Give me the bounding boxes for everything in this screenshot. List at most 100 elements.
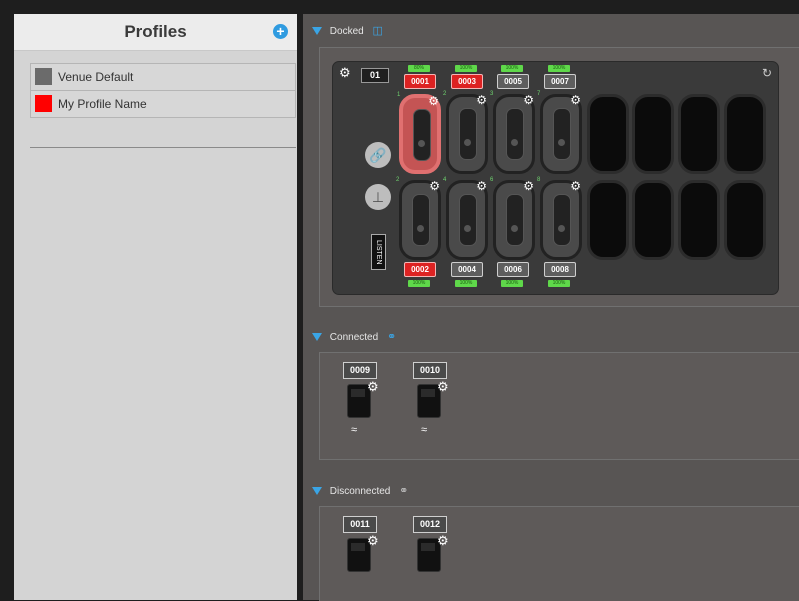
device-gear-icon[interactable]: ⚙ <box>367 533 379 549</box>
dock-slot[interactable]: ⚙ 8 <box>537 177 582 260</box>
transmitter-device <box>459 194 477 246</box>
profiles-panel: Profiles + Venue Default My Profile Name <box>14 14 297 600</box>
profile-item-my-profile[interactable]: My Profile Name <box>30 90 296 118</box>
collapse-triangle-icon[interactable] <box>312 333 322 342</box>
disconnected-section: 0011 ⚙ 0012 ⚙ <box>319 506 799 601</box>
device-tag[interactable]: 0005 <box>497 74 529 89</box>
wifi-icon: ≈ <box>351 424 358 436</box>
transmitter-device <box>412 194 430 246</box>
device-tag[interactable]: 0002 <box>404 262 436 277</box>
device-gear-icon[interactable]: ⚙ <box>570 179 581 193</box>
slot-number: 7 <box>537 91 541 97</box>
battery-indicator: 100% <box>548 65 570 72</box>
device-id-tag: 0009 <box>343 362 377 379</box>
disconnected-device[interactable]: 0012 ⚙ <box>413 516 453 594</box>
dock-settings-gear-icon[interactable]: ⚙ <box>339 66 351 79</box>
dock-slot[interactable]: ⚙ 1 <box>397 92 441 174</box>
transmitter-device <box>553 194 571 246</box>
device-tag[interactable]: 0001 <box>404 74 436 89</box>
profile-list: Venue Default My Profile Name <box>30 63 296 118</box>
device-gear-icon[interactable]: ⚙ <box>367 379 379 395</box>
slot-number: 2 <box>443 91 447 97</box>
slot-number: 3 <box>490 91 494 97</box>
connected-label: Connected <box>329 332 379 343</box>
dock-slot-empty <box>678 94 720 174</box>
docked-section-header[interactable]: Docked ◫ <box>312 24 383 38</box>
device-tag[interactable]: 0006 <box>497 262 529 277</box>
device-gear-icon[interactable]: ⚙ <box>437 533 449 549</box>
battery-indicator: 80% <box>408 65 430 72</box>
collapse-triangle-icon[interactable] <box>312 487 322 496</box>
device-tag[interactable]: 0008 <box>544 262 576 277</box>
app-window: Profiles + Venue Default My Profile Name… <box>0 0 799 601</box>
device-gear-icon[interactable]: ⚙ <box>523 179 534 193</box>
dock-slot-empty <box>587 180 629 260</box>
profile-color-swatch <box>35 95 52 112</box>
add-profile-icon[interactable]: + <box>273 24 288 39</box>
divider <box>30 147 296 148</box>
disconnected-label: Disconnected <box>329 486 391 497</box>
disconnected-device[interactable]: 0011 ⚙ <box>343 516 383 594</box>
battery-indicator: 100% <box>455 280 477 287</box>
device-id-tag: 0012 <box>413 516 447 533</box>
profile-name: My Profile Name <box>58 97 147 111</box>
device-gear-icon[interactable]: ⚙ <box>476 179 487 193</box>
docked-section: ⚙ 01 ↻ 🔗 ⊥ LISTEN 80% 100% 100% 100% 000… <box>319 47 799 307</box>
slot-number: 2 <box>396 177 400 183</box>
unlink-icon: ⚭ <box>399 485 409 497</box>
profiles-header: Profiles + <box>14 14 297 51</box>
connected-section-header[interactable]: Connected ⚭ <box>312 330 396 344</box>
transmitter-device <box>506 108 524 160</box>
battery-indicator: 100% <box>408 280 430 287</box>
dock-slot[interactable]: ⚙ 2 <box>396 177 441 260</box>
disconnected-section-header[interactable]: Disconnected ⚭ <box>312 484 408 498</box>
transmitter-device <box>553 108 571 160</box>
device-gear-icon[interactable]: ⚙ <box>429 179 440 193</box>
link-icon: ⚭ <box>386 331 397 343</box>
dock-slot[interactable]: ⚙ 7 <box>537 91 582 174</box>
battery-indicator: 100% <box>455 65 477 72</box>
profiles-title: Profiles <box>124 22 187 41</box>
slot-number: 1 <box>397 92 401 98</box>
connected-device[interactable]: 0009 ⚙ ≈ <box>343 362 383 440</box>
device-tag[interactable]: 0007 <box>544 74 576 89</box>
dock-slot-empty <box>724 94 766 174</box>
charging-dock: ⚙ 01 ↻ 🔗 ⊥ LISTEN 80% 100% 100% 100% 000… <box>332 61 779 295</box>
dock-slot-empty <box>632 180 674 260</box>
connected-device[interactable]: 0010 ⚙ ≈ <box>413 362 453 440</box>
device-gear-icon[interactable]: ⚙ <box>428 94 439 108</box>
battery-indicator: 100% <box>501 65 523 72</box>
battery-indicator: 100% <box>501 280 523 287</box>
slot-number: 8 <box>537 177 541 183</box>
docked-label: Docked <box>329 26 364 37</box>
main-area: Docked ◫ ⚙ 01 ↻ 🔗 ⊥ LISTEN 80% 100% 100%… <box>303 14 799 601</box>
dock-slot[interactable]: ⚙ 4 <box>443 177 488 260</box>
device-id-tag: 0011 <box>343 516 377 533</box>
dock-id-label: 01 <box>361 68 389 83</box>
collapse-triangle-icon[interactable] <box>312 27 322 36</box>
dock-slot[interactable]: ⚙ 6 <box>490 177 535 260</box>
profile-item-venue-default[interactable]: Venue Default <box>30 63 296 90</box>
dock-slot-empty <box>724 180 766 260</box>
transmitter-device <box>506 194 524 246</box>
device-id-tag: 0010 <box>413 362 447 379</box>
device-tag[interactable]: 0004 <box>451 262 483 277</box>
device-gear-icon[interactable]: ⚙ <box>523 93 534 107</box>
refresh-icon[interactable]: ↻ <box>762 66 772 80</box>
dock-slot-empty <box>587 94 629 174</box>
dock-slot[interactable]: ⚙ 2 <box>443 91 488 174</box>
dock-slot-empty <box>678 180 720 260</box>
device-tag[interactable]: 0003 <box>451 74 483 89</box>
locate-icon[interactable]: ⊥ <box>365 184 391 210</box>
slot-number: 4 <box>443 177 447 183</box>
transmitter-device <box>459 108 477 160</box>
dock-slot[interactable]: ⚙ 3 <box>490 91 535 174</box>
transmitter-device <box>413 109 431 161</box>
dock-slot-empty <box>632 94 674 174</box>
device-gear-icon[interactable]: ⚙ <box>570 93 581 107</box>
link-icon[interactable]: 🔗 <box>365 142 391 168</box>
dock-icon: ◫ <box>372 25 383 37</box>
device-gear-icon[interactable]: ⚙ <box>437 379 449 395</box>
battery-indicator: 100% <box>548 280 570 287</box>
device-gear-icon[interactable]: ⚙ <box>476 93 487 107</box>
